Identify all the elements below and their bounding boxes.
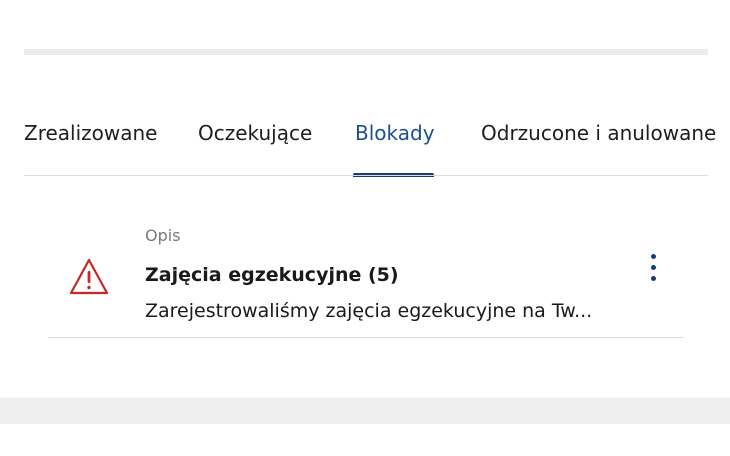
tab-oczekujace[interactable]: Oczekujące xyxy=(198,120,312,146)
tab-zrealizowane[interactable]: Zrealizowane xyxy=(24,120,158,146)
tab-blokady[interactable]: Blokady xyxy=(355,120,435,146)
top-divider xyxy=(24,49,708,55)
tab-bar-divider xyxy=(24,175,708,176)
tab-odrzucone-i-anulowane[interactable]: Odrzucone i anulowane xyxy=(481,120,716,146)
list-item[interactable]: Opis Zajęcia egzekucyjne (5) Zarejestrow… xyxy=(48,215,684,339)
more-options-icon[interactable] xyxy=(642,251,666,285)
description-column-header: Opis xyxy=(145,226,181,245)
item-title: Zajęcia egzekucyjne (5) xyxy=(145,264,399,286)
bottom-section-divider xyxy=(0,398,730,424)
item-description: Zarejestrowaliśmy zajęcia egzekucyjne na… xyxy=(145,300,593,322)
tab-bar: Zrealizowane Oczekujące Blokady Odrzucon… xyxy=(0,110,730,177)
item-divider xyxy=(48,337,684,338)
warning-triangle-icon xyxy=(68,257,110,297)
